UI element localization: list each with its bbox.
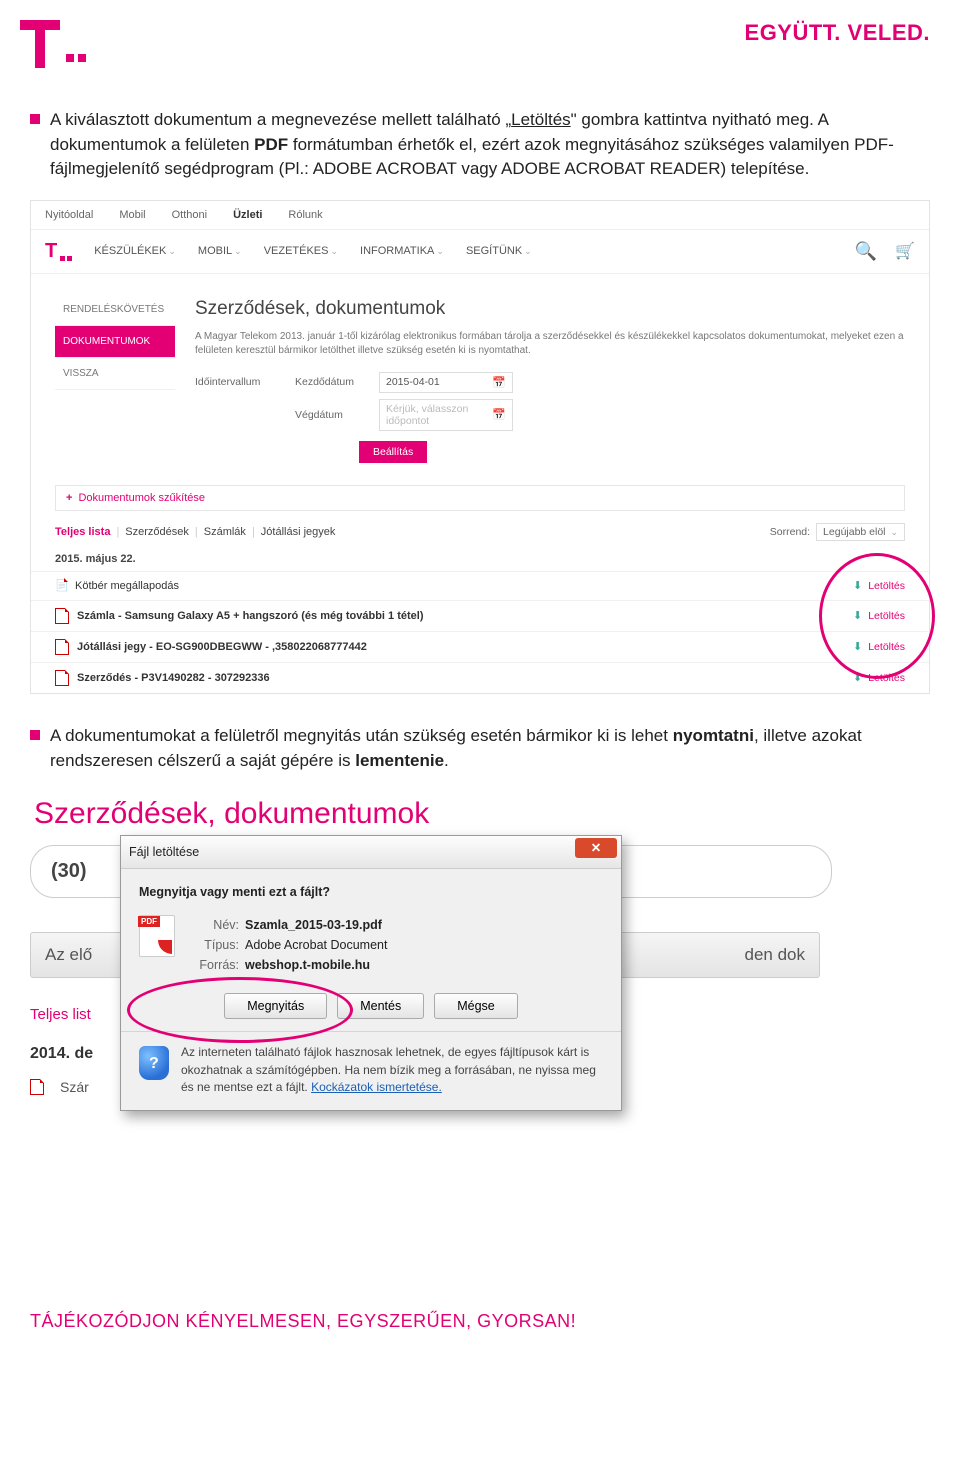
risk-link[interactable]: Kockázatok ismertetése. xyxy=(311,1080,442,1094)
sidebar-item-tracking[interactable]: RENDELÉSKÖVETÉS xyxy=(55,294,175,326)
doc-row: 📄 Kötbér megállapodás ⬇Letöltés xyxy=(31,571,929,600)
bullet-icon xyxy=(30,730,40,740)
tab-contracts[interactable]: Szerződések xyxy=(125,526,189,538)
filter-bar[interactable]: + Dokumentumok szűkítése xyxy=(55,485,905,511)
tab-warranty[interactable]: Jótállási jegyek xyxy=(261,526,336,538)
doc-row: Szerződés - P3V1490282 - 307292336 ⬇Letö… xyxy=(31,662,929,693)
topnav-item[interactable]: Otthoni xyxy=(172,209,207,221)
doc-row: Számla - Samsung Galaxy A5 + hangszoró (… xyxy=(31,600,929,631)
pdf-icon xyxy=(55,608,69,624)
page-description: A Magyar Telekom 2013. január 1-től kizá… xyxy=(195,330,905,358)
download-icon: ⬇ xyxy=(853,579,862,592)
save-button[interactable]: Mentés xyxy=(337,993,424,1019)
start-date-label: Kezdődátum xyxy=(295,376,359,388)
download-icon: ⬇ xyxy=(853,640,862,653)
shield-icon xyxy=(139,1046,169,1080)
download-dialog: Fájl letöltése ✕ Megnyitja vagy menti ez… xyxy=(120,835,622,1111)
end-date-label: Végdátum xyxy=(295,409,359,421)
download-link[interactable]: ⬇Letöltés xyxy=(853,671,905,684)
date-header: 2015. május 22. xyxy=(31,547,929,571)
download-link[interactable]: ⬇Letöltés xyxy=(853,640,905,653)
pdf-icon xyxy=(55,639,69,655)
download-link[interactable]: ⬇Letöltés xyxy=(853,609,905,622)
dialog-question: Megnyitja vagy menti ezt a fájlt? xyxy=(139,885,603,899)
file-metadata: Név:Szamla_2015-03-19.pdf Típus:Adobe Ac… xyxy=(189,915,387,975)
tab-full-list[interactable]: Teljes lista xyxy=(55,526,110,538)
nav-item[interactable]: MOBIL⌄ xyxy=(198,245,242,257)
nav-item[interactable]: INFORMATIKA⌄ xyxy=(360,245,444,257)
dialog-buttons: Megnyitás Mentés Mégse xyxy=(139,993,603,1019)
end-date-input[interactable]: Kérjük, válasszon időpontot📅 xyxy=(379,399,513,431)
calendar-icon[interactable]: 📅 xyxy=(492,376,506,389)
topnav-item[interactable]: Mobil xyxy=(119,209,145,221)
pdf-icon xyxy=(30,1079,44,1095)
start-date-input[interactable]: 2015-04-01📅 xyxy=(379,372,513,393)
doc-row: Jótállási jegy - EO-SG900DBEGWW - ,35802… xyxy=(31,631,929,662)
bullet-icon xyxy=(30,114,40,124)
mini-logo: T xyxy=(45,240,72,263)
cancel-button[interactable]: Mégse xyxy=(434,993,518,1019)
nav-item[interactable]: SEGÍTÜNK⌄ xyxy=(466,245,532,257)
set-button[interactable]: Beállítás xyxy=(359,441,427,463)
slogan: EGYÜTT. VELED. xyxy=(745,20,930,46)
download-icon: ⬇ xyxy=(853,609,862,622)
download-link[interactable]: ⬇Letöltés xyxy=(853,579,905,592)
nav-item[interactable]: KÉSZÜLÉKEK⌄ xyxy=(94,245,176,257)
tab-invoices[interactable]: Számlák xyxy=(204,526,246,538)
nav-item[interactable]: VEZETÉKES⌄ xyxy=(264,245,338,257)
paragraph-1: A kiválasztott dokumentum a megnevezése … xyxy=(50,108,930,182)
sidebar-item-back[interactable]: VISSZA xyxy=(55,358,175,390)
topnav-item[interactable]: Rólunk xyxy=(288,209,322,221)
sort-select[interactable]: Legújabb elöl ⌄ xyxy=(816,523,905,541)
sort-label: Sorrend: xyxy=(770,526,810,538)
plus-icon: + xyxy=(66,492,72,504)
page-title: Szerződések, dokumentumok xyxy=(195,298,905,320)
warning-text: Az interneten található fájlok hasznosak… xyxy=(181,1044,603,1096)
sidebar-item-documents[interactable]: DOKUMENTUMOK xyxy=(55,326,175,358)
topnav-item[interactable]: Üzleti xyxy=(233,209,262,221)
dialog-title: Fájl letöltése xyxy=(129,845,571,859)
close-icon[interactable]: ✕ xyxy=(575,838,617,858)
telekom-logo xyxy=(20,20,86,68)
paragraph-2: A dokumentumokat a felületről megnyitás … xyxy=(50,724,930,773)
interval-label: Időintervallum xyxy=(195,376,275,388)
topnav-item[interactable]: Nyitóoldal xyxy=(45,209,93,221)
cart-icon[interactable]: 🛒 xyxy=(895,241,915,261)
pdf-file-icon xyxy=(139,915,175,957)
screenshot-download-dialog: Szerződések, dokumentumok (30) Az elő de… xyxy=(30,791,930,1271)
screenshot-webshop: Nyitóoldal Mobil Otthoni Üzleti Rólunk T… xyxy=(30,200,930,694)
pdf-icon xyxy=(55,670,69,686)
calendar-icon[interactable]: 📅 xyxy=(492,408,506,421)
open-button[interactable]: Megnyitás xyxy=(224,993,327,1019)
search-icon[interactable]: 🔍 xyxy=(855,241,877,262)
download-icon: ⬇ xyxy=(853,671,862,684)
doc-icon: 📄 xyxy=(55,579,67,593)
footer-text: TÁJÉKOZÓDJON KÉNYELMESEN, EGYSZERŰEN, GY… xyxy=(0,1311,960,1350)
